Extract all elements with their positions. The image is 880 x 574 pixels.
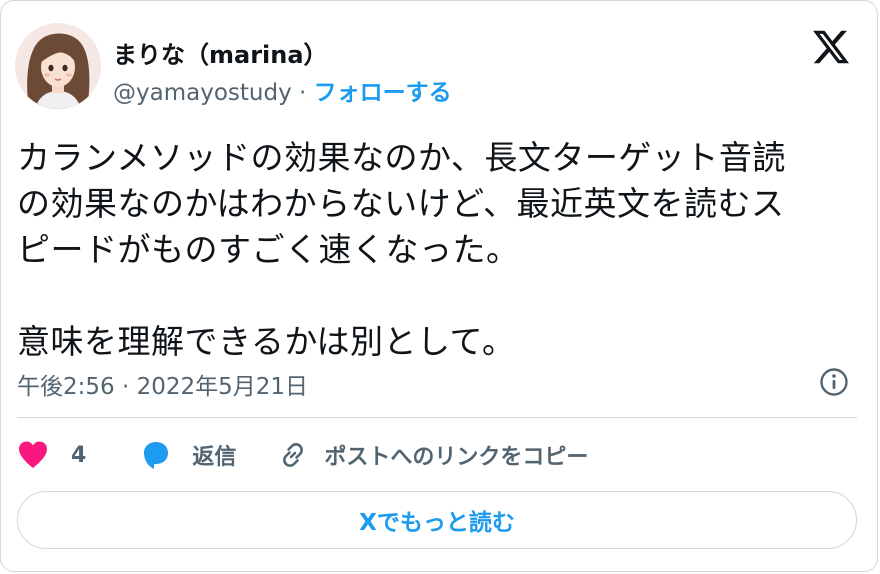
- avatar[interactable]: [15, 23, 101, 109]
- reply-label: 返信: [192, 445, 237, 470]
- like-count: 4: [71, 442, 87, 468]
- x-logo-icon[interactable]: [811, 27, 851, 67]
- follow-button[interactable]: フォローする: [314, 80, 452, 106]
- like-button[interactable]: 4: [17, 440, 140, 470]
- separator: ·: [291, 80, 314, 106]
- speech-bubble-icon: [144, 442, 169, 469]
- reply-button[interactable]: 返信: [140, 439, 278, 471]
- heart-icon: [19, 441, 47, 468]
- copy-link-button[interactable]: ポストへのリンクをコピー: [278, 439, 588, 471]
- info-icon[interactable]: [819, 367, 849, 397]
- tweet-card: まりな（marina） @yamayostudy · フォローする カランメソッ…: [0, 0, 878, 572]
- copy-link-label: ポストへのリンクをコピー: [324, 445, 589, 470]
- divider: [17, 417, 857, 418]
- tweet-text: カランメソッドの効果なのか、長文ターゲット音読 の効果なのかはわからないけど、最…: [17, 138, 786, 361]
- link-icon: [283, 443, 304, 467]
- read-more-button[interactable]: Xでもっと読む: [17, 491, 857, 549]
- timestamp[interactable]: 午後2:56 · 2022年5月21日: [17, 367, 308, 401]
- handle[interactable]: @yamayostudy: [113, 80, 292, 106]
- action-bar: 4 返信 ポストへのリンクをコピー: [17, 437, 588, 473]
- display-name[interactable]: まりな（marina）: [113, 35, 328, 70]
- handle-row: @yamayostudy · フォローする: [113, 73, 452, 107]
